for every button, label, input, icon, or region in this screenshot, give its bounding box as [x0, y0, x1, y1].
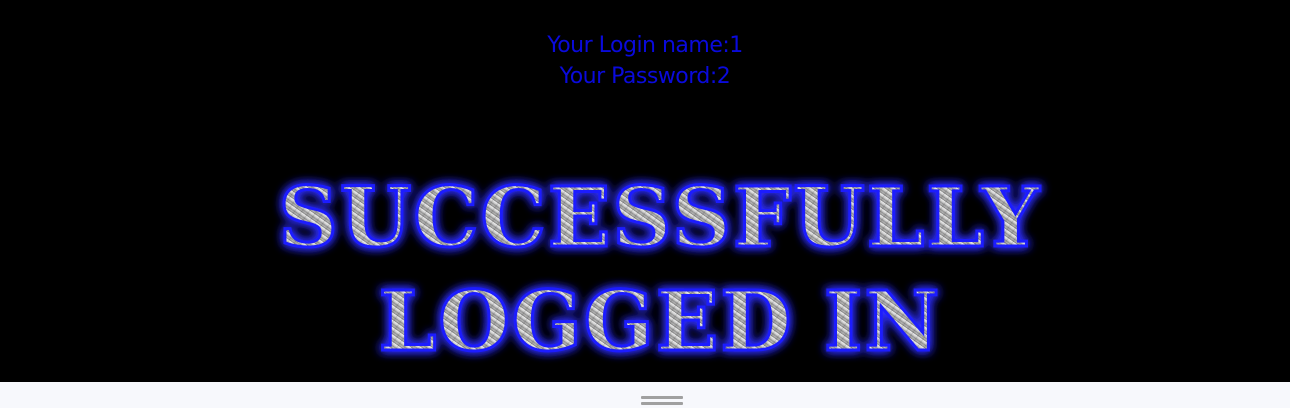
success-banner-graphic: SUCCESSFULLY LOGGED IN: [277, 170, 1042, 370]
banner-line-2: LOGGED IN: [379, 274, 942, 370]
password-text: Your Password:2: [559, 64, 731, 89]
login-success-page: Your Login name:1 Your Password:2 SUCCES…: [0, 0, 1290, 382]
banner-line-1: SUCCESSFULLY: [279, 170, 1042, 266]
bottom-bar: [0, 382, 1290, 408]
login-info: Your Login name:1 Your Password:2: [0, 30, 1290, 92]
success-banner: SUCCESSFULLY LOGGED IN: [210, 170, 1110, 370]
login-name-text: Your Login name:1: [547, 33, 743, 58]
drag-handle-icon[interactable]: [641, 396, 683, 406]
